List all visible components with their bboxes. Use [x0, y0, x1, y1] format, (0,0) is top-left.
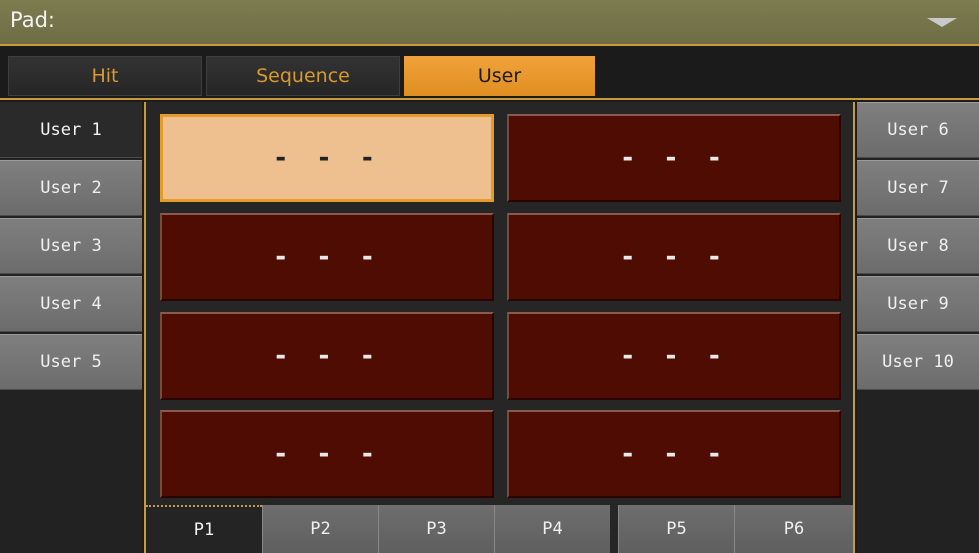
pad-6[interactable]: - - - [507, 312, 841, 400]
slot-user-9[interactable]: User 9 [857, 276, 979, 332]
pad-7[interactable]: - - - [160, 410, 494, 498]
page-tab-p5[interactable]: P5 [618, 505, 734, 553]
pad-8[interactable]: - - - [507, 410, 841, 498]
slot-user-5[interactable]: User 5 [0, 334, 142, 390]
page-tab-p6[interactable]: P6 [734, 505, 853, 553]
pad-window: Pad: Hit Sequence User User 1 User 2 Use… [0, 0, 979, 553]
pad-4[interactable]: - - - [507, 213, 841, 301]
slot-user-10[interactable]: User 10 [857, 334, 979, 390]
slot-user-6[interactable]: User 6 [857, 102, 979, 158]
tab-bar: Hit Sequence User [0, 48, 979, 100]
pad-2[interactable]: - - - [507, 114, 841, 202]
slot-user-8[interactable]: User 8 [857, 218, 979, 274]
page-tab-p3[interactable]: P3 [378, 505, 494, 553]
slot-user-1[interactable]: User 1 [0, 102, 142, 158]
pad-3[interactable]: - - - [160, 213, 494, 301]
page-tab-p2[interactable]: P2 [262, 505, 378, 553]
tab-user[interactable]: User [404, 56, 595, 96]
pad-grid: - - - - - - - - - - - - - - - - - - - - … [144, 102, 855, 553]
pad-5[interactable]: - - - [160, 312, 494, 400]
title-bar: Pad: [0, 0, 979, 46]
right-slot-column: User 6 User 7 User 8 User 9 User 10 [857, 102, 979, 553]
tab-sequence[interactable]: Sequence [206, 56, 400, 96]
tab-hit[interactable]: Hit [8, 56, 202, 96]
slot-user-4[interactable]: User 4 [0, 276, 142, 332]
page-menu-arrow-icon[interactable] [927, 18, 957, 27]
slot-user-2[interactable]: User 2 [0, 160, 142, 216]
page-title: Pad: [10, 8, 55, 32]
left-slot-column: User 1 User 2 User 3 User 4 User 5 [0, 102, 142, 553]
slot-user-3[interactable]: User 3 [0, 218, 142, 274]
slot-user-7[interactable]: User 7 [857, 160, 979, 216]
page-tab-p4[interactable]: P4 [494, 505, 610, 553]
pad-1[interactable]: - - - [160, 114, 494, 202]
page-tab-p1[interactable]: P1 [146, 505, 262, 553]
